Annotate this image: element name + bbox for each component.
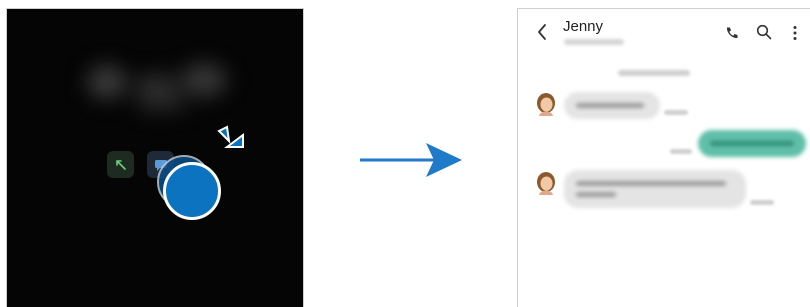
avatar — [537, 172, 555, 195]
more-options-icon[interactable] — [792, 25, 798, 41]
right-arrow-icon — [360, 143, 462, 177]
date-divider — [618, 70, 690, 76]
received-message-bubble — [564, 92, 660, 119]
avatar — [537, 93, 555, 116]
sent-message-bubble — [698, 130, 806, 157]
blurred-caller-info — [77, 59, 237, 111]
drag-circle-icon[interactable] — [163, 162, 221, 220]
message-time — [750, 200, 774, 205]
answer-call-button[interactable] — [107, 151, 134, 178]
back-icon[interactable] — [536, 23, 548, 41]
contact-name: Jenny — [563, 18, 604, 35]
tap-indicator-icon — [217, 125, 244, 148]
phone-answer-icon — [115, 159, 126, 170]
message-time — [664, 110, 688, 115]
message-time — [670, 149, 692, 154]
incoming-call-screen — [6, 8, 304, 307]
phone-icon[interactable] — [725, 26, 739, 40]
search-icon[interactable] — [756, 24, 772, 40]
message-conversation-screen: Jenny — [517, 8, 810, 307]
contact-number — [564, 39, 624, 45]
received-message-bubble — [564, 170, 746, 208]
